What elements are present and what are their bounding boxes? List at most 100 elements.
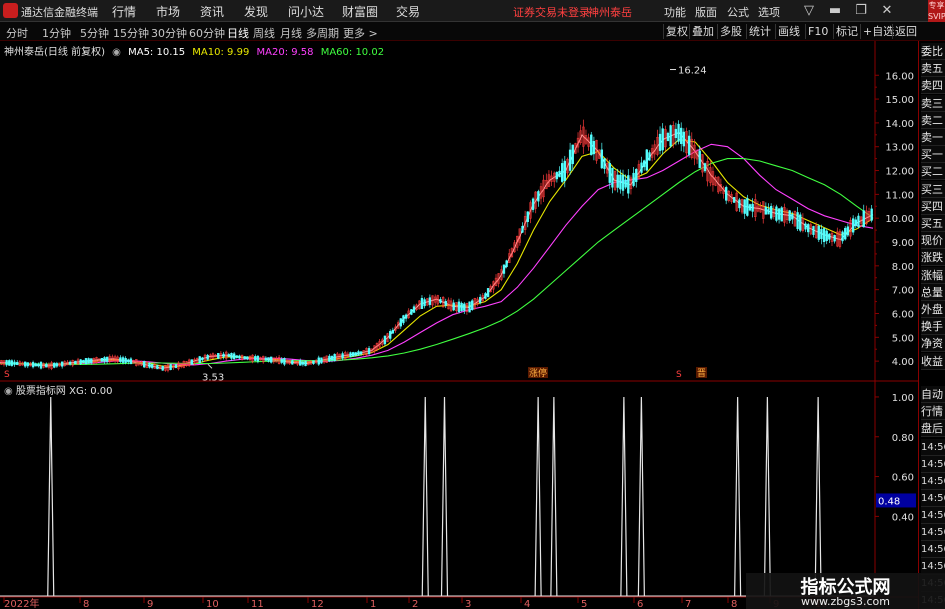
candle-body (230, 353, 233, 359)
side-tab-12[interactable]: 涨跌 (921, 249, 945, 267)
side-tab-4[interactable]: 卖二 (921, 111, 945, 129)
menu-faxian[interactable]: 发现 (244, 3, 268, 20)
candle-body (129, 358, 133, 365)
tool-add-watchlist[interactable]: +自选 (860, 24, 896, 39)
menu-gongshi[interactable]: 公式 (727, 4, 749, 20)
current-stock-name: 神州泰岳 (588, 6, 632, 19)
vip-badge[interactable]: 专享 SVIP (928, 0, 945, 22)
side-tab-7[interactable]: 买二 (921, 163, 945, 181)
candle-body (568, 149, 572, 171)
ma60-value: MA60: 10.02 (320, 47, 385, 58)
side-tab-15[interactable]: 外盘 (921, 301, 945, 318)
menu-wenxiaoda[interactable]: 问小达 (288, 3, 324, 20)
dropdown-icon[interactable]: ▽ (800, 2, 818, 20)
candle-body (143, 361, 146, 368)
tool-f10[interactable]: F10 (805, 24, 830, 39)
candle-body (39, 361, 43, 369)
side-tab-13[interactable]: 涨幅 (921, 266, 945, 284)
menu-xuanxiang[interactable]: 选项 (758, 4, 780, 20)
period-weekly[interactable]: 周线 (253, 25, 275, 41)
candle-body (748, 204, 752, 211)
indicator-toggle-icon[interactable]: ◉ (4, 386, 13, 397)
side-tab-9[interactable]: 买四 (921, 197, 945, 215)
period-monthly[interactable]: 月线 (280, 25, 302, 41)
menu-hangqing[interactable]: 行情 (112, 3, 136, 20)
candle-body (611, 167, 614, 188)
side-tab-14[interactable]: 总量 (921, 283, 945, 301)
tool-back[interactable]: 返回 (892, 24, 919, 39)
tick-time-1: 14:56 (921, 456, 945, 473)
side-mode-1[interactable]: 行情 (921, 403, 945, 421)
candle-body (34, 363, 37, 367)
period-multi[interactable]: 多周期 (306, 25, 339, 41)
side-mode-0[interactable]: 自动 (921, 386, 945, 403)
candle-body (121, 357, 125, 363)
side-tab-1[interactable]: 卖五 (921, 60, 945, 78)
candle-body (669, 125, 672, 147)
menu-caifuquan[interactable]: 财富圈 (342, 3, 378, 20)
minimize-icon[interactable]: ▬ (826, 2, 844, 20)
side-tab-17[interactable]: 净资 (921, 335, 945, 353)
side-mode-2[interactable]: 盘后 (921, 420, 945, 438)
side-tab-5[interactable]: 卖一 (921, 129, 945, 146)
side-tab-11[interactable]: 现价 (921, 232, 945, 250)
candle-body (767, 208, 770, 215)
period-15min[interactable]: 15分钟 (113, 25, 149, 41)
candle-body (439, 299, 442, 303)
menu-jiaoyi[interactable]: 交易 (396, 3, 420, 20)
tool-diejia[interactable]: 叠加 (689, 24, 716, 39)
tool-tongji[interactable]: 统计 (746, 24, 773, 39)
x-tick-label: 5 (581, 599, 587, 609)
x-tick-label: 2 (412, 599, 418, 609)
legend-toggle-icon[interactable]: ◉ (112, 47, 121, 58)
candle-body (590, 134, 593, 156)
x-tick-label: 4 (524, 599, 530, 609)
candle-body (738, 199, 741, 209)
candle-body (603, 158, 606, 169)
menu-gongneng[interactable]: 功能 (664, 4, 686, 20)
side-tab-8[interactable]: 买三 (921, 180, 945, 198)
candle-body (264, 357, 268, 361)
side-tab-0[interactable]: 委比 (921, 43, 945, 60)
candle-body (621, 174, 625, 191)
watermark: 指标公式网 www.zbgs3.com (746, 573, 945, 609)
ind-tick-label: 0.80 (892, 433, 914, 444)
candle-body (304, 360, 307, 367)
tool-fuquan[interactable]: 复权 (663, 24, 690, 39)
candle-body (206, 354, 209, 360)
period-daily[interactable]: 日线 (227, 25, 249, 41)
side-tab-16[interactable]: 换手 (921, 318, 945, 336)
menu-banmian[interactable]: 版面 (695, 4, 717, 20)
candle-body (777, 208, 781, 220)
side-tab-18[interactable]: 收益 (921, 352, 945, 370)
menu-zixun[interactable]: 资讯 (200, 3, 224, 20)
period-30min[interactable]: 30分钟 (151, 25, 187, 41)
side-tab-3[interactable]: 卖三 (921, 94, 945, 112)
menu-shichang[interactable]: 市场 (156, 3, 180, 20)
tool-biaoji[interactable]: 标记 (833, 24, 860, 39)
period-1min[interactable]: 1分钟 (42, 25, 71, 41)
login-status[interactable]: 证券交易未登录 (513, 4, 590, 20)
period-more[interactable]: 更多 > (343, 25, 378, 41)
candle-body (105, 356, 109, 362)
candle-body (645, 149, 648, 171)
tool-huaxian[interactable]: 画线 (775, 24, 802, 39)
app-logo-icon (3, 3, 18, 18)
ma-line-ma20 (0, 143, 874, 366)
tool-duogu[interactable]: 多股 (717, 24, 744, 39)
x-tick-label: 8 (83, 599, 89, 609)
candle-body (833, 235, 836, 242)
side-tab-6[interactable]: 买一 (921, 146, 945, 164)
side-tab-2[interactable]: 卖四 (921, 77, 945, 95)
candle-body (791, 213, 794, 220)
close-icon[interactable]: ✕ (878, 2, 896, 20)
stock-title: 神州泰岳(日线 前复权) (4, 47, 105, 58)
side-tab-10[interactable]: 买五 (921, 215, 945, 232)
period-5min[interactable]: 5分钟 (80, 25, 109, 41)
period-fenshi[interactable]: 分时 (6, 25, 28, 41)
candle-body (825, 230, 828, 242)
maximize-icon[interactable]: ❐ (852, 2, 870, 20)
candle-body (635, 169, 638, 182)
period-60min[interactable]: 60分钟 (189, 25, 225, 41)
kline-chart[interactable]: 16.0015.0014.0013.0012.0011.0010.009.008… (0, 41, 918, 609)
